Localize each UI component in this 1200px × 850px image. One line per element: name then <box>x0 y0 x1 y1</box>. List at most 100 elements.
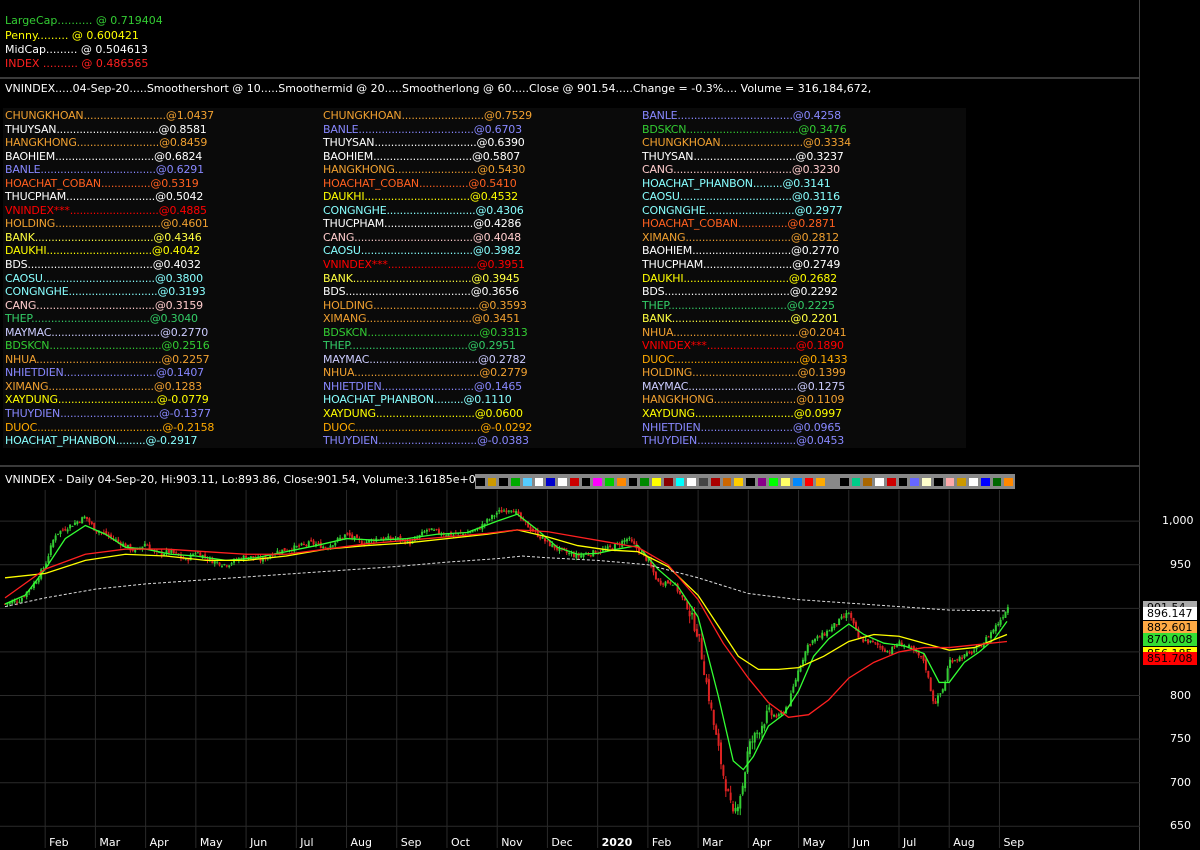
sector-dots: ................................ <box>366 312 472 326</box>
sector-value: @0.4306 <box>475 203 524 217</box>
sector-value: @0.0453 <box>795 434 845 448</box>
candle-body <box>490 514 493 519</box>
sector-value: @0.1275 <box>796 379 846 393</box>
legend-largecap: LargeCap.......... @ 0.719404 <box>5 14 163 27</box>
candle-body <box>510 510 513 512</box>
sector-name: HANGKHONG <box>323 163 395 177</box>
candle-body <box>961 657 964 660</box>
candle-body <box>736 806 739 812</box>
candle-body <box>949 659 952 668</box>
candle-body <box>437 529 440 534</box>
candle-body <box>739 796 742 809</box>
sector-value: @0.1109 <box>796 393 845 407</box>
sector-value: @0.6703 <box>473 122 522 136</box>
color-swatch <box>640 478 650 486</box>
sector-value: @0.0600 <box>474 407 523 421</box>
legend-index: INDEX .......... @ 0.486565 <box>5 57 149 70</box>
pane-separator-2[interactable] <box>0 465 1200 467</box>
sector-dots: ................................ <box>364 190 470 204</box>
candle-body <box>659 580 662 585</box>
candle-body <box>707 679 710 702</box>
sector-row: CANG....................................… <box>642 163 851 177</box>
sector-value: @0.0965 <box>792 420 841 434</box>
candle-body <box>54 535 57 541</box>
sector-row: BAOHIEM..............................@0.… <box>5 150 214 164</box>
sector-dots: ...................................... <box>345 285 471 299</box>
sector-row: DUOC....................................… <box>642 353 851 367</box>
candle-body <box>671 584 674 586</box>
candle-body <box>847 613 850 615</box>
sector-value: @0.3656 <box>470 285 519 299</box>
sector-dots: ........................... <box>386 203 476 217</box>
color-strip <box>475 474 1015 489</box>
candle-body <box>223 564 226 566</box>
sector-value: @0.3334 <box>802 136 851 150</box>
sector-value: @0.7529 <box>483 109 532 122</box>
sector-value: @0.4286 <box>473 217 522 231</box>
sector-dots: ............................ <box>700 420 794 434</box>
sector-dots: .................................... <box>31 312 150 326</box>
candle-body <box>317 543 320 545</box>
candle-body <box>727 788 730 792</box>
candle-body <box>835 624 838 626</box>
sector-name: CANG <box>5 298 37 312</box>
sector-value: @0.1407 <box>155 366 204 380</box>
price-chart[interactable] <box>0 490 1140 848</box>
candle-body <box>765 710 768 723</box>
legend-penny: Penny......... @ 0.600421 <box>5 29 139 42</box>
x-tick-label: Aug <box>350 836 372 849</box>
sector-dots: ........................... <box>387 258 477 272</box>
color-swatch <box>476 478 485 486</box>
candle-body <box>864 639 867 641</box>
sector-row: MAYMAC.................................@… <box>5 326 214 340</box>
sector-value: @0.3593 <box>478 298 527 312</box>
sector-value: @0.8581 <box>158 122 207 136</box>
sector-row: CONGNGHE...........................@0.29… <box>642 204 851 218</box>
candle-body <box>52 540 55 547</box>
x-tick-label: Feb <box>651 836 672 849</box>
candle-body <box>804 651 807 662</box>
candle-body <box>49 545 52 556</box>
sector-name: XIMANG <box>323 312 367 326</box>
sector-value: @0.3040 <box>149 312 198 326</box>
candle-body <box>773 714 776 717</box>
sector-column-1: CHUNGKHOAN.........................@1.04… <box>5 109 214 448</box>
candle-body <box>662 583 665 585</box>
sector-value: @0.1110 <box>463 393 512 407</box>
color-swatch <box>851 478 861 486</box>
sector-dots: ................................ <box>683 271 789 285</box>
sector-name: THEP <box>323 339 350 353</box>
sector-value: @0.2812 <box>790 230 839 244</box>
moving-average-lines <box>4 513 1008 771</box>
sector-name: CHUNGKHOAN <box>642 136 721 150</box>
color-swatch <box>804 478 814 486</box>
candle-body <box>744 772 747 789</box>
candle-body <box>956 659 959 661</box>
x-tick-label: Jun <box>250 836 268 849</box>
sector-dots: .................................. <box>42 271 155 285</box>
sector-value: @1.0437 <box>165 109 214 122</box>
candle-body <box>117 539 120 542</box>
candle-body <box>703 661 706 676</box>
color-swatch <box>675 478 685 486</box>
sector-row: BANK....................................… <box>323 272 532 286</box>
candle-body <box>792 686 795 693</box>
sector-value: @0.8459 <box>159 136 208 150</box>
candle-body <box>746 751 749 773</box>
candle-body <box>741 785 744 795</box>
candle-body <box>814 638 817 642</box>
sector-row: THEP....................................… <box>323 339 532 353</box>
sector-row: HOACHAT_PHANBON.........@0.1110 <box>323 393 532 407</box>
sector-row: BDSKCN..................................… <box>5 339 214 353</box>
candle-body <box>700 638 703 660</box>
sector-row: CANG....................................… <box>5 299 214 313</box>
sector-dots: ................................... <box>40 163 156 177</box>
sector-value: @0.2871 <box>787 217 836 231</box>
sector-value: @0.4885 <box>158 203 207 217</box>
sector-value: @0.2041 <box>798 325 847 339</box>
sector-name: BAOHIEM <box>323 149 374 163</box>
sector-value: @0.0997 <box>793 407 842 421</box>
candle-body <box>76 521 79 525</box>
sector-value: @0.4032 <box>152 258 201 272</box>
candle-body <box>428 528 431 530</box>
